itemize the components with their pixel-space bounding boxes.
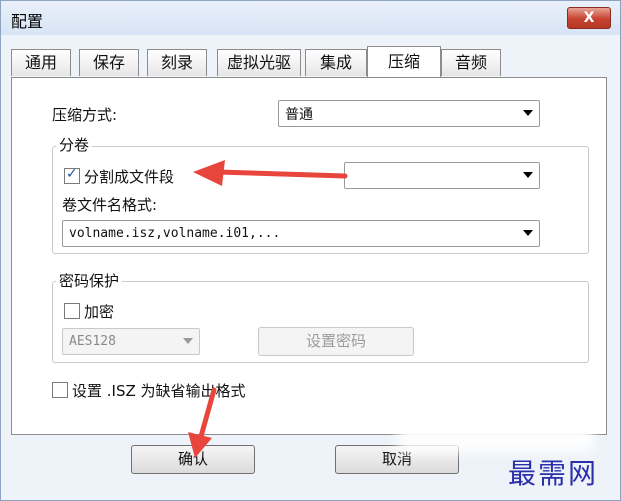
site-watermark: 最需网 (508, 457, 599, 490)
watermark-blur (398, 412, 593, 452)
annotation-arrow-ok (188, 387, 217, 458)
annotation-arrow-split (193, 160, 348, 186)
